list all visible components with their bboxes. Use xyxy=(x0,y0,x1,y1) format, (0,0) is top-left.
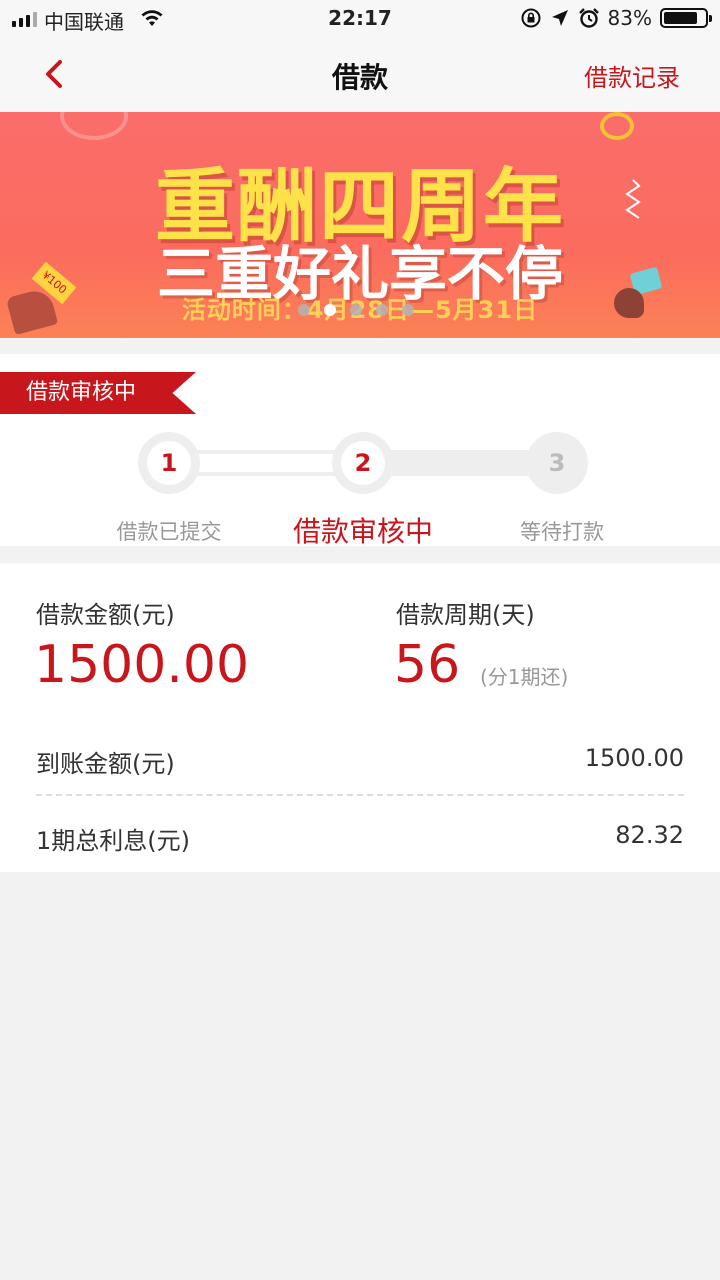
battery-icon xyxy=(660,8,712,28)
battery-percent: 83% xyxy=(607,6,652,30)
decorative-ring xyxy=(600,112,634,140)
promo-banner[interactable]: ¥100 重酬四周年 三重好礼享不停 活动时间：4月28日—5月31日 xyxy=(0,112,720,338)
interest-value: 82.32 xyxy=(615,821,684,849)
status-tag: 借款审核中 xyxy=(0,372,196,414)
loan-details-card: 借款金额(元) 1500.00 借款周期(天) 56 (分1期还) 到账金额(元… xyxy=(0,563,720,872)
carousel-dot[interactable] xyxy=(298,304,310,316)
carousel-dot[interactable] xyxy=(402,304,414,316)
loan-period-value: 56 xyxy=(394,635,461,695)
loan-amount-label: 借款金额(元) xyxy=(36,601,175,629)
received-amount-label: 到账金额(元) xyxy=(36,750,175,778)
review-status-card: 借款审核中 1 2 3 借款已提交 借款审核中 等待打款 xyxy=(0,354,720,548)
loan-amount-value: 1500.00 xyxy=(34,635,250,695)
carousel-dot[interactable] xyxy=(376,304,388,316)
loan-period-label: 借款周期(天) xyxy=(396,601,535,629)
back-arrow-icon[interactable] xyxy=(36,54,76,94)
carousel-dot[interactable] xyxy=(350,304,362,316)
divider xyxy=(36,794,684,796)
carousel-dot[interactable] xyxy=(324,304,336,316)
step-2-label: 借款审核中 xyxy=(292,515,433,548)
nav-bar: 借款 借款记录 xyxy=(0,38,720,113)
received-amount-value: 1500.00 xyxy=(584,744,684,772)
alarm-icon xyxy=(578,8,599,28)
step-3: 3 xyxy=(526,432,588,494)
progress-track: 1 2 3 xyxy=(138,432,588,494)
loan-records-link[interactable]: 借款记录 xyxy=(584,58,680,93)
step-1-label: 借款已提交 xyxy=(116,520,222,544)
rotation-lock-icon xyxy=(521,8,541,28)
step-1: 1 xyxy=(138,432,200,494)
step-2: 2 xyxy=(332,432,394,494)
status-bar: 中国联通 22:17 83% xyxy=(0,0,720,38)
location-icon xyxy=(551,10,568,26)
interest-label: 1期总利息(元) xyxy=(36,827,190,855)
loan-period-note: (分1期还) xyxy=(480,665,569,689)
carousel-indicator[interactable] xyxy=(298,304,414,316)
decorative-ring xyxy=(60,112,128,140)
step-3-label: 等待打款 xyxy=(520,520,604,544)
